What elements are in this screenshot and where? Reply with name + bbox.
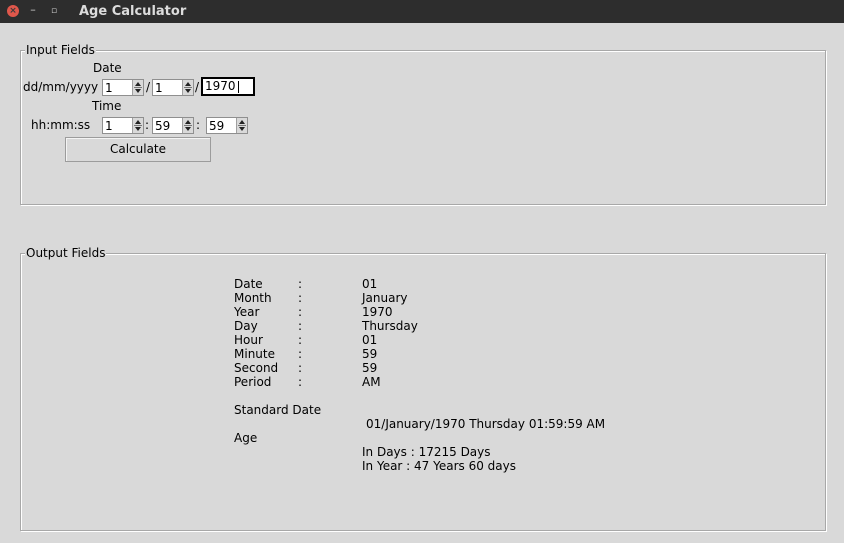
year-value: 1970 — [205, 79, 236, 93]
time-heading: Time — [92, 99, 122, 113]
age-label: Age — [234, 431, 258, 445]
spin-down-icon[interactable] — [185, 127, 191, 131]
output-colon: : — [298, 305, 303, 319]
output-label-day: Day — [234, 319, 258, 333]
output-colon: : — [298, 333, 303, 347]
output-value-hour: 01 — [362, 333, 378, 347]
spin-up-icon[interactable] — [135, 82, 141, 86]
second-value: 59 — [209, 119, 225, 133]
date-separator-2: / — [195, 80, 200, 94]
time-format-label: hh:mm:ss — [31, 118, 91, 132]
output-label-date: Date — [234, 277, 263, 291]
minute-spin-arrows[interactable] — [182, 118, 193, 133]
time-separator-1: : — [145, 118, 150, 132]
hour-spin-arrows[interactable] — [132, 118, 143, 133]
spin-down-icon[interactable] — [185, 89, 191, 93]
output-colon: : — [298, 277, 303, 291]
spin-up-icon[interactable] — [185, 82, 191, 86]
output-label-minute: Minute — [234, 347, 275, 361]
text-cursor — [238, 81, 239, 93]
day-spinbox[interactable]: 1 — [102, 79, 144, 96]
month-spinbox[interactable]: 1 — [152, 79, 194, 96]
maximize-icon[interactable]: ▫ — [49, 5, 59, 17]
minute-value: 59 — [155, 119, 171, 133]
window-title: Age Calculator — [79, 4, 187, 19]
spin-down-icon[interactable] — [135, 127, 141, 131]
output-value-year: 1970 — [362, 305, 393, 319]
calculate-button[interactable]: Calculate — [65, 137, 211, 162]
day-value: 1 — [105, 81, 113, 95]
standard-date-label: Standard Date — [234, 403, 322, 417]
output-colon: : — [298, 291, 303, 305]
minute-spinbox[interactable]: 59 — [152, 117, 194, 134]
age-in-years: In Year : 47 Years 60 days — [362, 459, 517, 473]
minimize-icon[interactable]: – — [28, 4, 38, 17]
year-input[interactable]: 1970 — [201, 77, 255, 96]
output-fields-legend: Output Fields — [25, 246, 107, 260]
output-label-year: Year — [234, 305, 260, 319]
date-separator-1: / — [146, 80, 151, 94]
day-spin-arrows[interactable] — [132, 80, 143, 95]
month-spin-arrows[interactable] — [182, 80, 193, 95]
time-separator-2: : — [196, 118, 201, 132]
output-label-hour: Hour — [234, 333, 263, 347]
output-value-period: AM — [362, 375, 381, 389]
spin-up-icon[interactable] — [185, 120, 191, 124]
output-colon: : — [298, 347, 303, 361]
output-label-period: Period — [234, 375, 272, 389]
title-bar: × – ▫ Age Calculator — [0, 0, 844, 23]
spin-down-icon[interactable] — [135, 89, 141, 93]
spin-down-icon[interactable] — [239, 127, 245, 131]
age-in-days: In Days : 17215 Days — [362, 445, 491, 459]
spin-up-icon[interactable] — [239, 120, 245, 124]
input-fields-legend: Input Fields — [25, 43, 96, 57]
output-value-second: 59 — [362, 361, 378, 375]
output-value-minute: 59 — [362, 347, 378, 361]
output-colon: : — [298, 375, 303, 389]
output-fields-group — [20, 253, 826, 531]
output-colon: : — [298, 319, 303, 333]
hour-spinbox[interactable]: 1 — [102, 117, 144, 134]
spin-up-icon[interactable] — [135, 120, 141, 124]
output-label-second: Second — [234, 361, 279, 375]
output-value-day: Thursday — [362, 319, 418, 333]
output-label-month: Month — [234, 291, 272, 305]
hour-value: 1 — [105, 119, 113, 133]
output-value-date: 01 — [362, 277, 378, 291]
date-format-label: dd/mm/yyyy — [23, 80, 99, 94]
date-heading: Date — [93, 61, 122, 75]
output-colon: : — [298, 361, 303, 375]
standard-date-value: 01/January/1970 Thursday 01:59:59 AM — [366, 417, 606, 431]
output-value-month: January — [362, 291, 408, 305]
second-spin-arrows[interactable] — [236, 118, 247, 133]
second-spinbox[interactable]: 59 — [206, 117, 248, 134]
month-value: 1 — [155, 81, 163, 95]
close-icon[interactable]: × — [7, 5, 19, 17]
